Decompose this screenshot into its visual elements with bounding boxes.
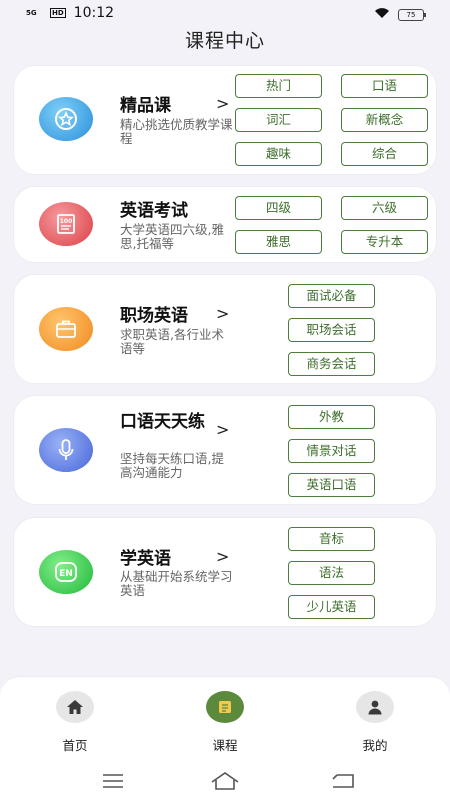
- card-title: 职场英语: [120, 306, 188, 326]
- tag-new-concept[interactable]: 新概念: [341, 108, 428, 132]
- chevron-right-icon: >: [216, 420, 230, 439]
- card-title: 学英语: [120, 549, 171, 569]
- back-icon[interactable]: [328, 769, 358, 793]
- status-time: 10:12: [73, 5, 115, 21]
- card-description: 求职英语,各行业术语等: [120, 327, 224, 356]
- tag-grammar[interactable]: 语法: [288, 561, 375, 585]
- page-title: 课程中心: [184, 30, 265, 52]
- tag-speaking[interactable]: 口语: [341, 74, 428, 98]
- svg-text:100: 100: [60, 218, 73, 225]
- signal-indicator: 5G: [26, 8, 37, 17]
- tag-kids-english[interactable]: 少儿英语: [288, 595, 375, 619]
- tag-cet4[interactable]: 四级: [235, 196, 322, 220]
- tag-ielts[interactable]: 雅思: [235, 230, 322, 254]
- wifi-icon: [374, 7, 390, 22]
- tag-cet6[interactable]: 六级: [341, 196, 428, 220]
- home-icon: [56, 691, 94, 723]
- chevron-right-icon: >: [216, 547, 230, 566]
- bottom-nav: 首页 课程 我的: [0, 676, 450, 800]
- tag-hot[interactable]: 热门: [235, 74, 322, 98]
- home-nav-icon[interactable]: [209, 769, 239, 793]
- certificate-icon: 100: [39, 202, 93, 246]
- hd-badge: HD: [50, 8, 66, 18]
- microphone-icon: [39, 428, 93, 472]
- tag-upgrade[interactable]: 专升本: [341, 230, 428, 254]
- system-nav-bar: [0, 769, 450, 795]
- nav-label: 我的: [362, 738, 388, 753]
- course-card-learn-english[interactable]: EN 学英语 > 从基础开始系统学习英语 音标 语法 少儿英语: [13, 517, 437, 627]
- tag-fun[interactable]: 趣味: [235, 142, 322, 166]
- svg-text:EN: EN: [59, 569, 73, 579]
- card-title: 英语考试: [120, 201, 188, 221]
- tag-comprehensive[interactable]: 综合: [341, 142, 428, 166]
- battery-indicator: 75: [398, 8, 426, 21]
- star-icon: [39, 97, 93, 141]
- nav-label: 首页: [62, 738, 88, 753]
- tag-situational-dialogue[interactable]: 情景对话: [288, 439, 375, 463]
- card-description: 大学英语四六级,雅思,托福等: [120, 222, 224, 251]
- tag-vocabulary[interactable]: 词汇: [235, 108, 322, 132]
- nav-label: 课程: [212, 738, 238, 753]
- tag-phonetics[interactable]: 音标: [288, 527, 375, 551]
- tag-office-conversation[interactable]: 职场会话: [288, 318, 375, 342]
- en-icon: EN: [39, 550, 93, 594]
- card-title: 口语天天练: [120, 412, 205, 432]
- course-card-daily-speaking[interactable]: 口语天天练 > 坚持每天练口语,提高沟通能力 外教 情景对话 英语口语: [13, 395, 437, 505]
- chevron-right-icon: >: [216, 304, 230, 323]
- tag-oral-english[interactable]: 英语口语: [288, 473, 375, 497]
- tag-foreign-teacher[interactable]: 外教: [288, 405, 375, 429]
- course-card-premium[interactable]: 精品课 > 精心挑选优质教学课程 热门 口语 词汇 新概念 趣味 综合: [13, 65, 437, 175]
- card-title: 精品课: [120, 96, 171, 116]
- user-icon: [356, 691, 394, 723]
- briefcase-icon: [39, 307, 93, 351]
- menu-icon[interactable]: [98, 769, 128, 793]
- book-icon: [206, 691, 244, 723]
- course-card-workplace[interactable]: 职场英语 > 求职英语,各行业术语等 面试必备 职场会话 商务会话: [13, 274, 437, 384]
- nav-item-profile[interactable]: 我的: [335, 691, 415, 754]
- chevron-right-icon: >: [216, 94, 230, 113]
- card-description: 精心挑选优质教学课程: [120, 117, 233, 146]
- tag-interview[interactable]: 面试必备: [288, 284, 375, 308]
- course-card-exam[interactable]: 100 英语考试 大学英语四六级,雅思,托福等 四级 六级 雅思 专升本: [13, 186, 437, 263]
- status-bar: 5G HD 10:12 75: [0, 0, 450, 28]
- card-description: 从基础开始系统学习英语: [120, 569, 233, 598]
- nav-item-home[interactable]: 首页: [35, 691, 115, 754]
- tag-business-conversation[interactable]: 商务会话: [288, 352, 375, 376]
- nav-item-courses[interactable]: 课程: [185, 691, 265, 754]
- card-description: 坚持每天练口语,提高沟通能力: [120, 451, 224, 480]
